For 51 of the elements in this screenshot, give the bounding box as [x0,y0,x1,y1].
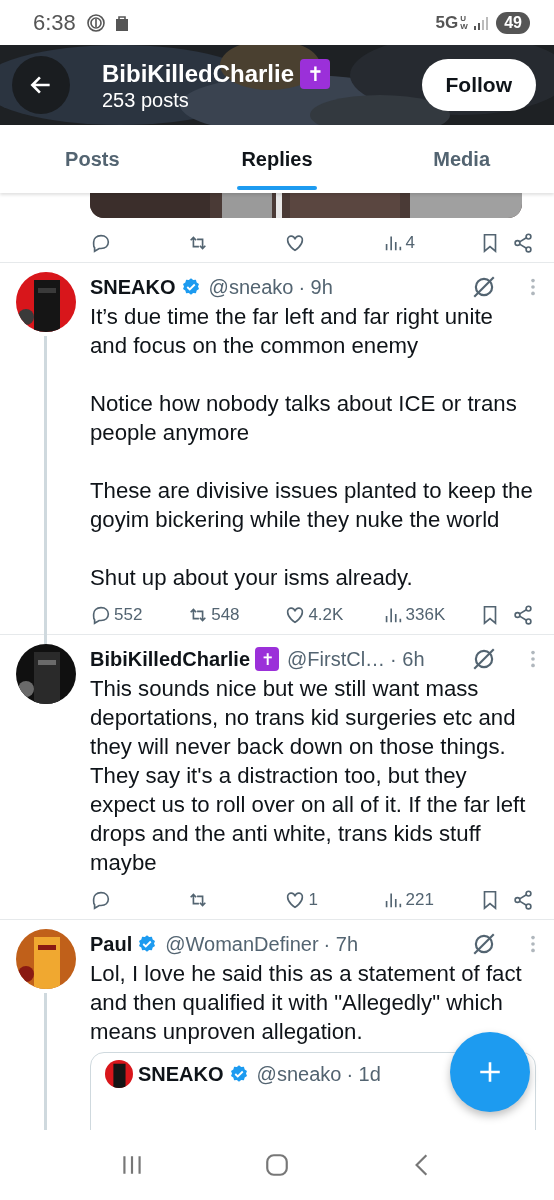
fingerprint-icon [85,12,106,33]
share-icon[interactable] [511,604,534,626]
tab[interactable]: Media [369,125,554,193]
author-handle: @sneako [208,275,294,299]
author-handle: @sneako [256,1062,342,1086]
status-time: 6:38 [33,9,76,36]
post-time: · 7h [323,932,359,956]
battery-indicator: 49 [496,11,530,34]
post-count: 253 posts [102,88,189,112]
share-icon[interactable] [511,232,534,254]
share-icon[interactable] [511,889,534,911]
home-icon[interactable] [264,1152,290,1178]
signal-icon [474,15,491,30]
author-name[interactable]: SNEAKO [138,1062,224,1086]
tab[interactable]: Replies [184,125,370,193]
author-name[interactable]: SNEAKO [90,275,176,299]
author-name[interactable]: BibiKilledCharlie [90,647,251,671]
author-name[interactable]: Paul [90,932,133,956]
action-count: 4.2K [308,605,344,625]
reply-icon[interactable] [90,232,112,254]
tab[interactable]: Posts [0,125,185,193]
post-text: Notice how nobody talks about ICE or trans people anymore [90,390,518,447]
slashed-circle-icon[interactable] [471,931,497,957]
action-count: 4 [405,233,416,253]
network-subtype: UW [460,14,469,31]
author-handle: @WomanDefiner [165,932,319,956]
post-text: Lol, I love he said this as a statement of fact and then qualified it with "Allegedly" which means unproven allegation. [90,960,523,1046]
post-text: It’s due time the far left and far right unite and focus on the common enemy [90,303,494,360]
post-text: Shut up about your isms already. [90,564,414,592]
profile-name: BibiKilledCharlie [102,59,295,88]
compose-button[interactable] [450,1032,530,1112]
action-count: 336K [405,605,446,625]
post-time: · 1d [346,1062,381,1086]
post-time: · 6h [390,647,425,671]
slashed-circle-icon[interactable] [471,274,497,300]
network-type: 5G [435,12,459,33]
action-count: 548 [211,605,240,625]
cross-badge: ✝ [300,58,331,89]
cross-badge: ✝ [255,647,280,671]
action-count: 221 [405,890,434,910]
slashed-circle-icon[interactable] [471,646,497,672]
plus-icon [477,1059,503,1085]
author-handle: @FirstCl… [287,647,386,671]
action-count: 552 [114,605,143,625]
follow-button[interactable]: Follow [421,59,536,111]
action-count: 1 [308,890,318,910]
post-time: · 9h [298,275,333,299]
post-text: This sounds nice but we still want mass deportations, no trans kid surgeries etc and they will never back down on those things. They say it's a distraction too, but they expect us to roll over on all of it. If the far left drops and the anti white, trans kids stuff maybe [90,675,527,877]
reply-icon[interactable] [90,889,112,911]
post-text: These are divisive issues planted to keep the goyim bickering while they nuke the world [90,477,534,534]
reply-icon[interactable] [90,604,112,626]
